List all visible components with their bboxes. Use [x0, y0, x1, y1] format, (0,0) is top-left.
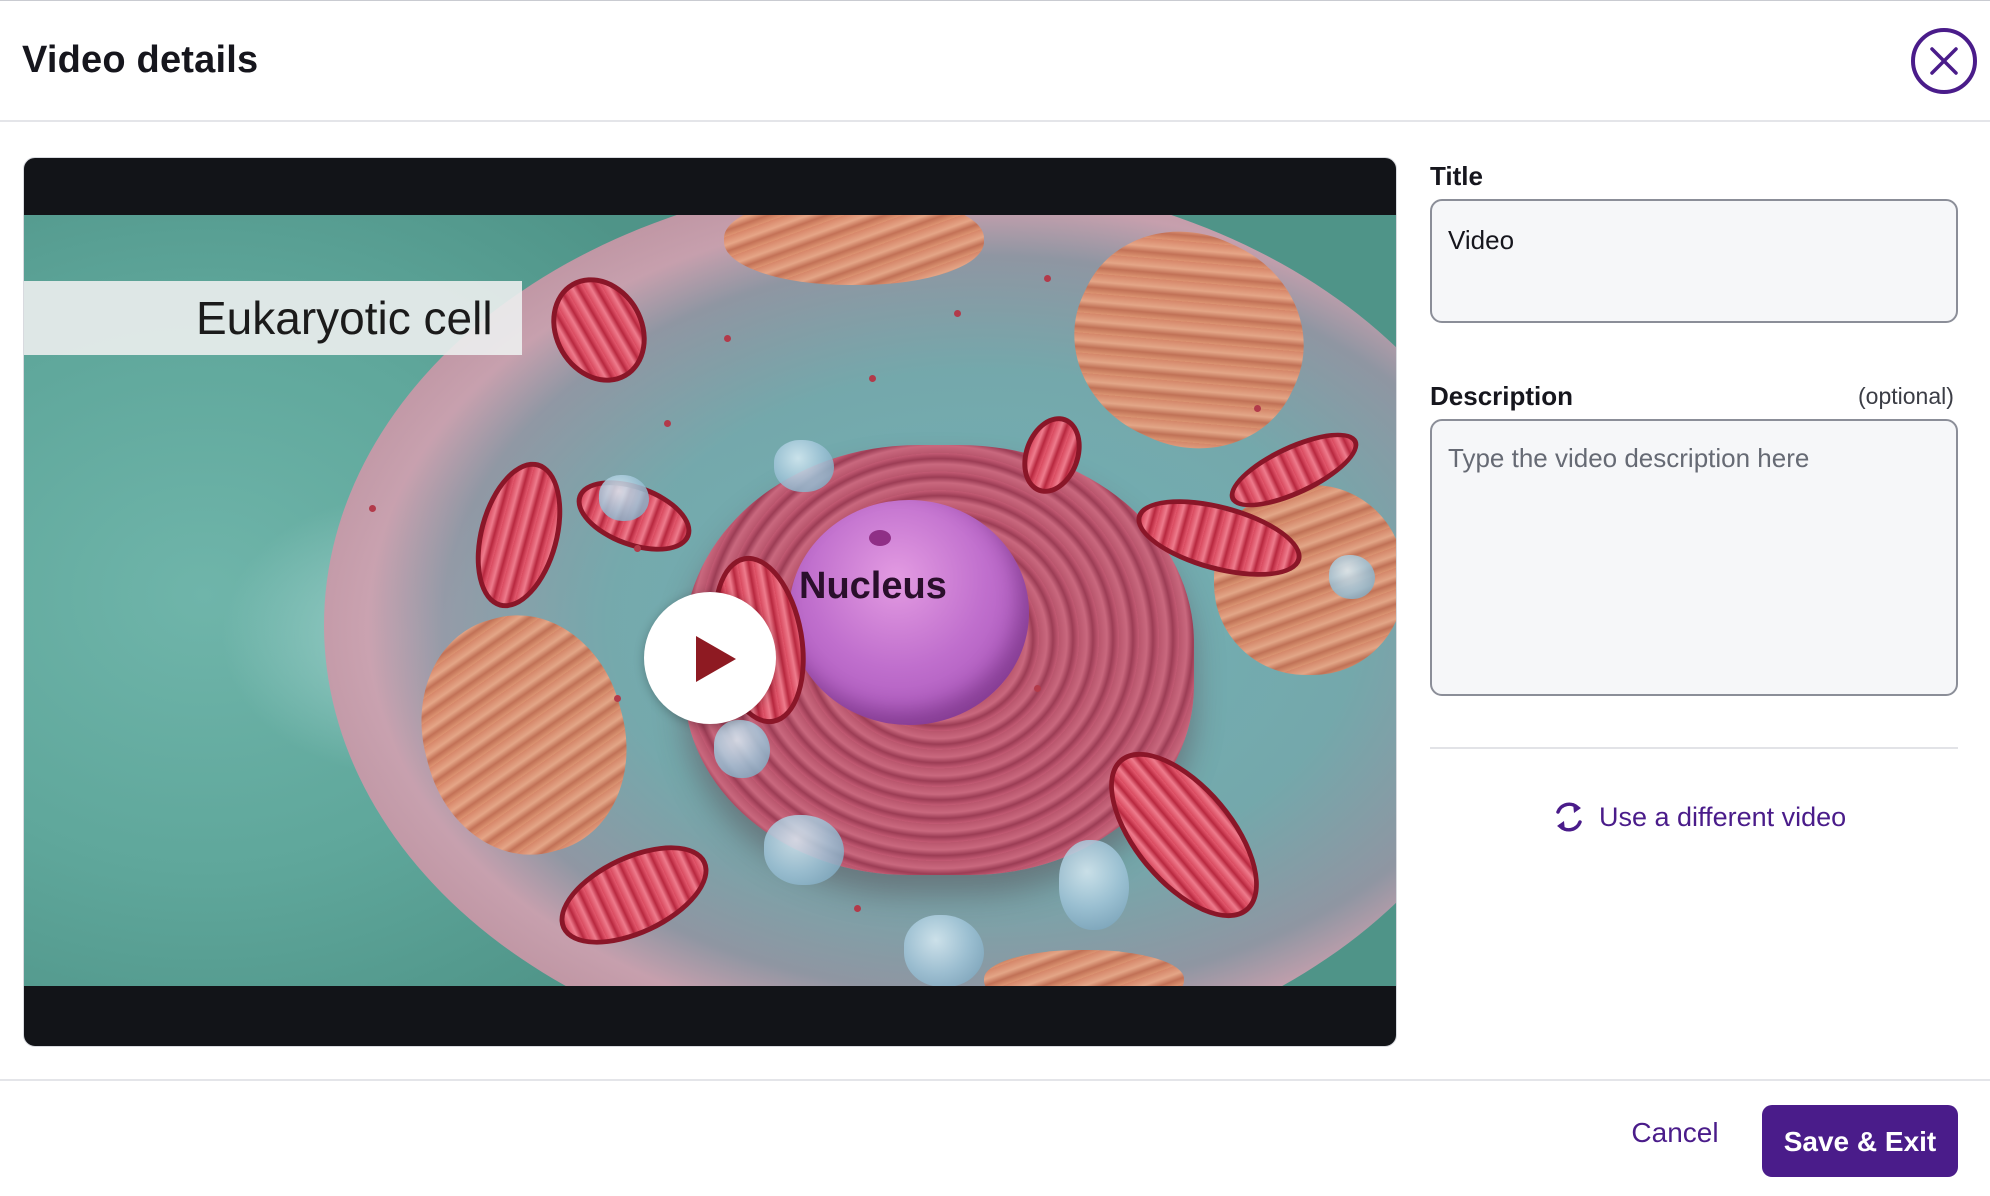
description-optional-hint: (optional) [1858, 383, 1954, 409]
thumbnail-ribosome [869, 375, 876, 382]
play-icon [696, 636, 736, 682]
thumbnail-ribosome [1044, 275, 1051, 282]
play-button[interactable] [644, 592, 776, 724]
thumbnail-ribosome [614, 695, 621, 702]
video-thumbnail: Eukaryotic cell Nucleus [24, 215, 1396, 986]
thumbnail-vesicle [1059, 840, 1129, 930]
description-input[interactable] [1430, 419, 1958, 696]
thumbnail-caption: Eukaryotic cell [196, 292, 493, 344]
video-details-modal: Video details Eukaryotic cell Nucleus Ti… [0, 0, 1990, 1196]
description-label: Description [1430, 381, 1574, 411]
thumbnail-ribosome [369, 505, 376, 512]
thumbnail-nucleus-label: Nucleus [799, 565, 947, 607]
title-input[interactable]: Video [1430, 199, 1958, 323]
form-divider [1430, 747, 1958, 749]
thumbnail-ribosome [664, 420, 671, 427]
thumbnail-ribosome [1254, 405, 1261, 412]
close-icon [1930, 47, 1958, 75]
thumbnail-ribosome [724, 335, 731, 342]
thumbnail-vesicle [904, 915, 984, 986]
save-and-exit-button[interactable]: Save & Exit [1762, 1105, 1958, 1177]
modal-title: Video details [22, 39, 259, 81]
thumbnail-vesicle [714, 720, 770, 778]
cancel-button[interactable]: Cancel [1620, 1099, 1730, 1165]
thumbnail-ribosome [1034, 685, 1041, 692]
close-button[interactable] [1911, 28, 1977, 94]
use-different-video-button[interactable]: Use a different video [1553, 797, 1846, 837]
thumbnail-nucleus [789, 500, 1029, 725]
thumbnail-vesicle [1329, 555, 1375, 599]
thumbnail-vesicle [774, 440, 834, 492]
thumbnail-vesicle [764, 815, 844, 885]
thumbnail-ribosome [854, 905, 861, 912]
refresh-icon [1556, 802, 1582, 832]
video-player[interactable]: Eukaryotic cell Nucleus [23, 157, 1397, 1047]
thumbnail-vesicle [599, 475, 649, 521]
modal-header: Video details [0, 1, 1990, 122]
use-different-video-label: Use a different video [1599, 801, 1847, 832]
thumbnail-ribosome [954, 310, 961, 317]
title-label: Title [1430, 161, 1483, 191]
thumbnail-ribosome [634, 545, 641, 552]
